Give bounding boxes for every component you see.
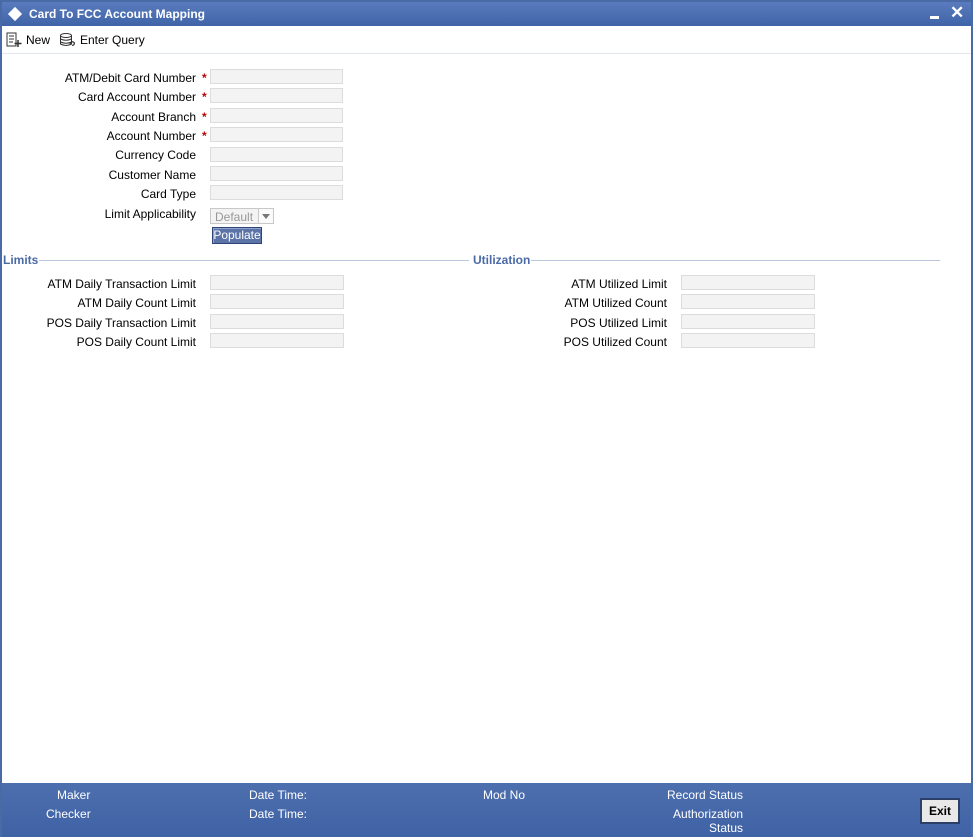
pos-daily-transaction-limit-input[interactable] <box>210 314 344 329</box>
new-icon <box>6 32 22 47</box>
pos-utilized-count-input[interactable] <box>681 333 815 348</box>
authorization-status-label: Status <box>709 821 744 835</box>
required-marker: * <box>202 90 207 104</box>
checker-label: Checker <box>46 807 91 821</box>
limits-section-title: Limits <box>3 253 39 267</box>
atm-utilized-count-input[interactable] <box>681 294 815 309</box>
database-query-icon <box>60 32 76 46</box>
card-type-label: Card Type <box>140 187 196 201</box>
atm-utilized-limit-input[interactable] <box>681 275 815 290</box>
exit-button[interactable]: Exit <box>920 798 960 824</box>
form-window: Card To FCC Account Mapping ✕ New Enter … <box>0 0 973 837</box>
atm-debit-card-number-input[interactable] <box>210 69 343 84</box>
enter-query-button[interactable]: Enter Query <box>59 31 145 49</box>
account-number-input[interactable] <box>210 127 343 142</box>
toolbar: New Enter Query <box>2 26 971 54</box>
minimize-icon[interactable] <box>930 16 939 19</box>
atm-utilized-limit-label: ATM Utilized Limit <box>571 277 667 291</box>
required-marker: * <box>202 71 207 85</box>
limits-divider <box>39 260 469 261</box>
maker-date-time-label: Date Time: <box>249 788 308 802</box>
currency-code-input[interactable] <box>210 147 343 162</box>
maker-label: Maker <box>57 788 91 802</box>
new-button[interactable]: New <box>6 31 50 49</box>
limit-applicability-select[interactable]: Default <box>210 208 274 224</box>
required-marker: * <box>202 129 207 143</box>
atm-utilized-count-label: ATM Utilized Count <box>564 296 667 310</box>
chevron-down-icon[interactable] <box>258 209 273 223</box>
customer-name-input[interactable] <box>210 166 343 181</box>
app-diamond-icon <box>7 6 23 22</box>
pos-daily-count-limit-label: POS Daily Count Limit <box>76 335 196 349</box>
close-icon[interactable]: ✕ <box>950 4 964 22</box>
account-branch-input[interactable] <box>210 108 343 123</box>
pos-daily-count-limit-input[interactable] <box>210 333 344 348</box>
enter-query-label: Enter Query <box>80 33 145 47</box>
pos-daily-transaction-limit-label: POS Daily Transaction Limit <box>46 316 196 330</box>
audit-footer: Maker Checker Date Time: Date Time: Mod … <box>2 783 971 837</box>
atm-daily-transaction-limit-input[interactable] <box>210 275 344 290</box>
populate-button[interactable]: Populate <box>212 227 262 244</box>
currency-code-label: Currency Code <box>115 148 196 162</box>
atm-daily-count-limit-input[interactable] <box>210 294 344 309</box>
customer-name-label: Customer Name <box>108 168 196 182</box>
checker-date-time-label: Date Time: <box>249 807 308 821</box>
atm-daily-transaction-limit-label: ATM Daily Transaction Limit <box>47 277 196 291</box>
required-marker: * <box>202 110 207 124</box>
limit-applicability-value: Default <box>215 210 254 224</box>
window-title: Card To FCC Account Mapping <box>29 7 205 21</box>
card-type-input[interactable] <box>210 185 343 200</box>
account-number-label: Account Number <box>106 129 196 143</box>
utilization-section-title: Utilization <box>473 253 531 267</box>
card-account-number-label: Card Account Number <box>77 90 196 104</box>
limit-applicability-label: Limit Applicability <box>104 207 196 221</box>
new-label: New <box>26 33 51 47</box>
atm-debit-card-number-label: ATM/Debit Card Number <box>64 71 196 85</box>
title-bar: Card To FCC Account Mapping ✕ <box>2 2 971 26</box>
pos-utilized-limit-label: POS Utilized Limit <box>570 316 667 330</box>
atm-daily-count-limit-label: ATM Daily Count Limit <box>77 296 196 310</box>
utilization-divider <box>531 260 940 261</box>
record-status-label: Record Status <box>667 788 744 802</box>
mod-no-label: Mod No <box>483 788 526 802</box>
pos-utilized-limit-input[interactable] <box>681 314 815 329</box>
card-account-number-input[interactable] <box>210 88 343 103</box>
account-branch-label: Account Branch <box>111 110 196 124</box>
pos-utilized-count-label: POS Utilized Count <box>563 335 667 349</box>
authorization-label: Authorization <box>673 807 744 821</box>
